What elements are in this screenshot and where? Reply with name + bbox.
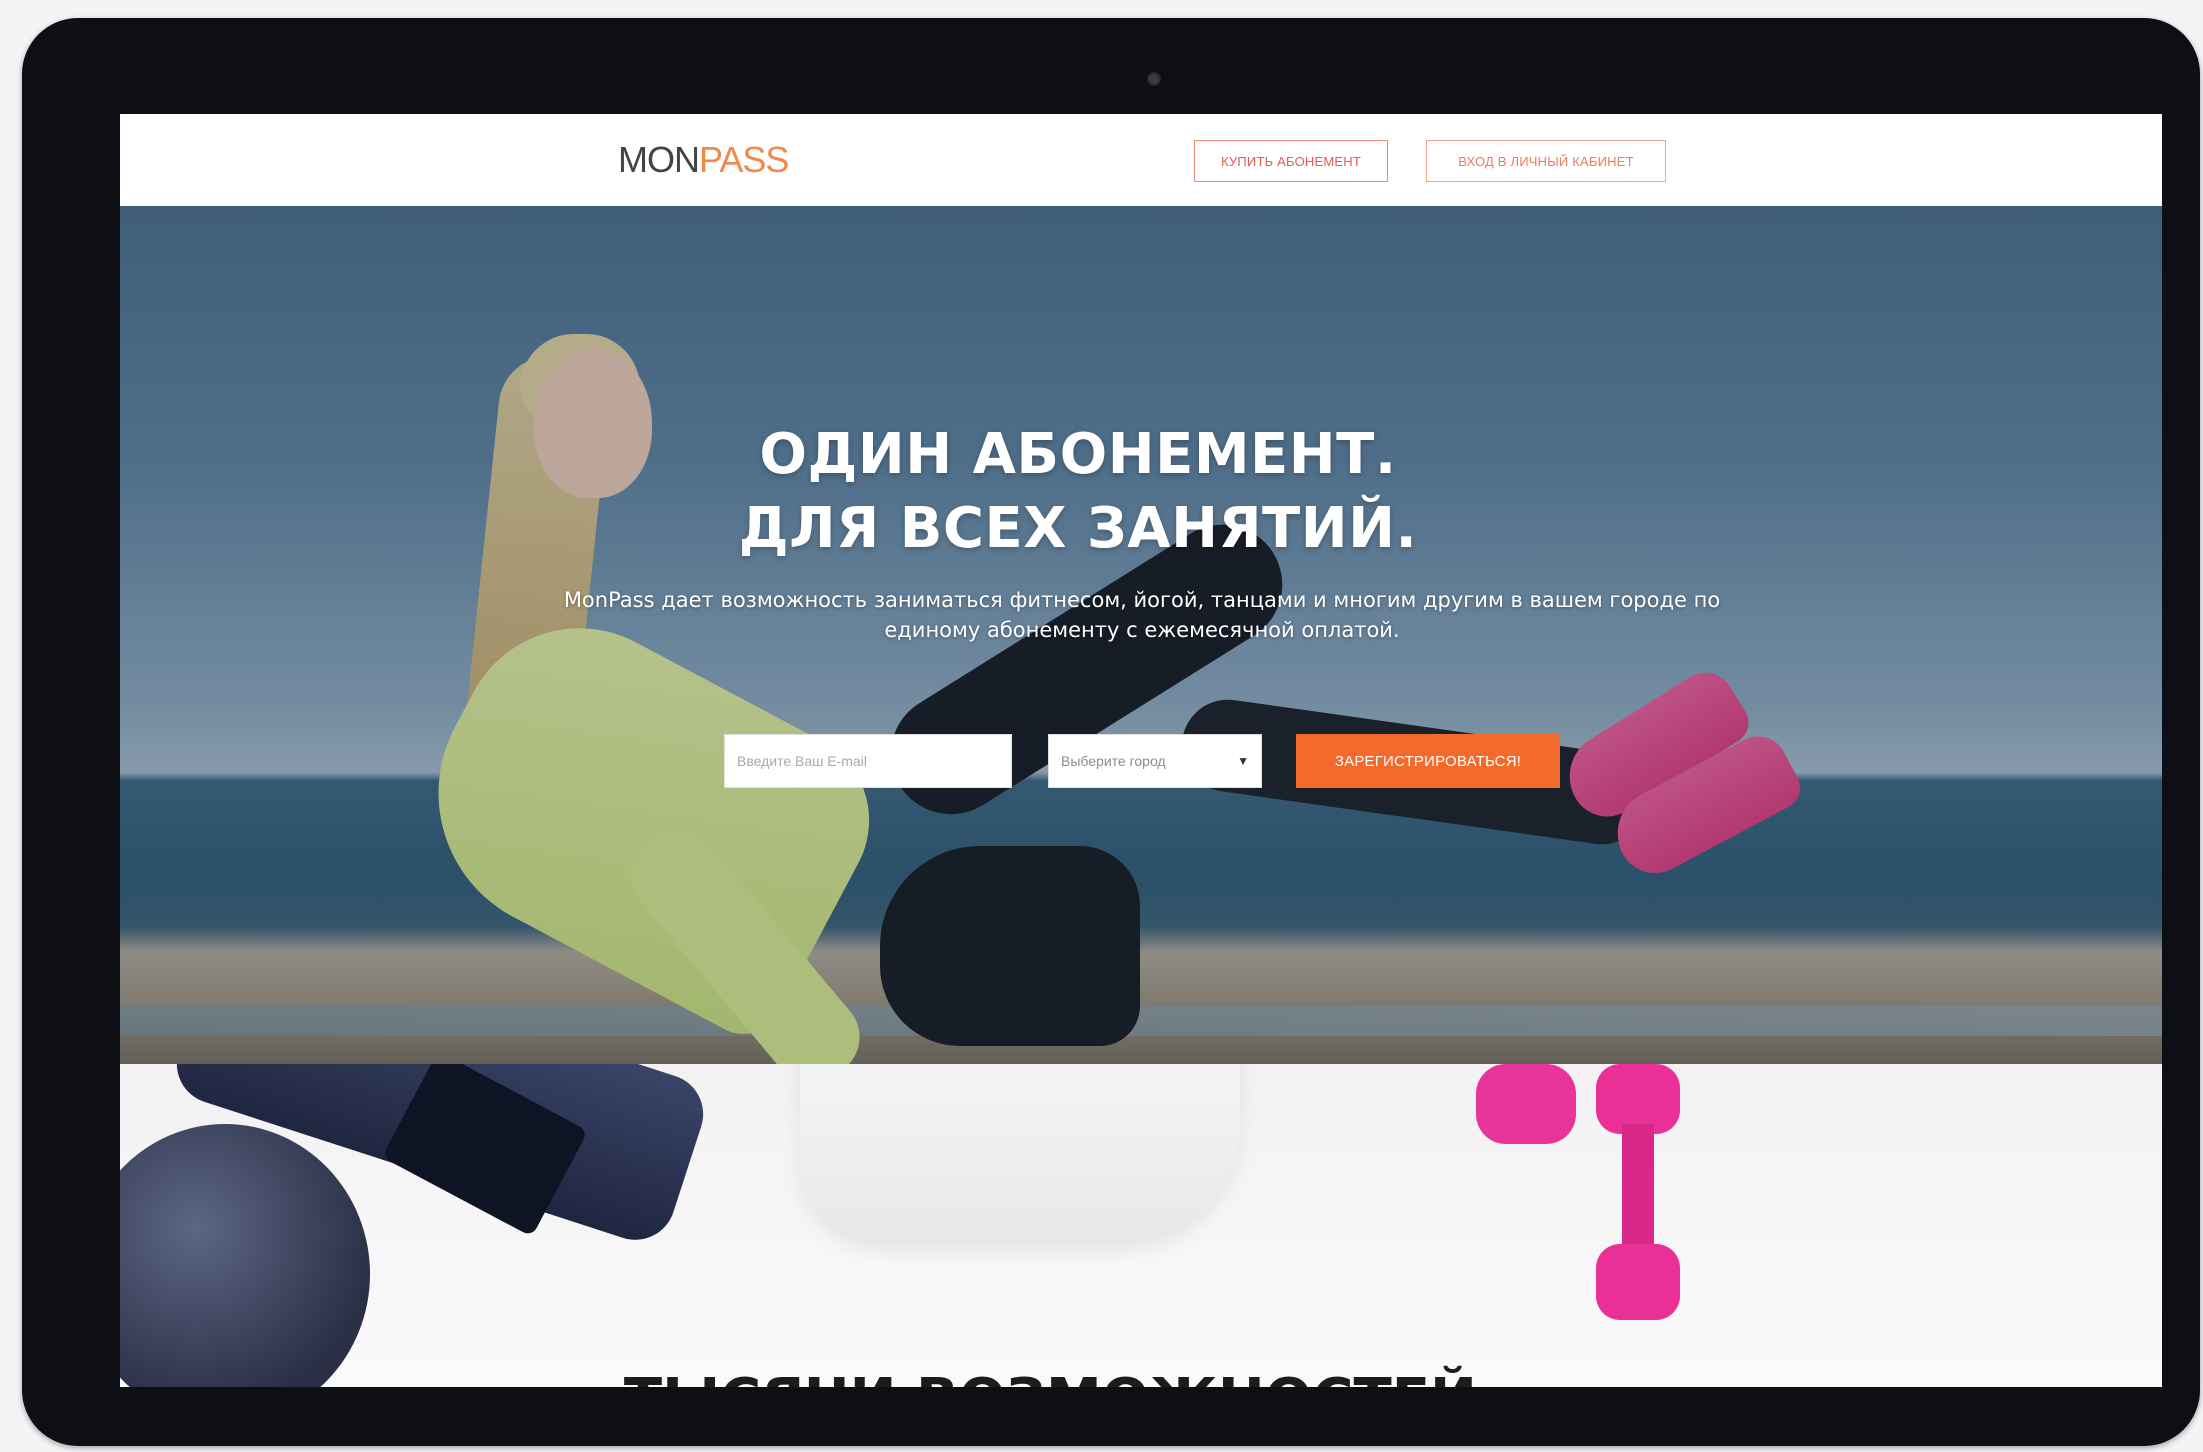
hero-content: ОДИН АБОНЕМЕНТ. ДЛЯ ВСЕХ ЗАНЯТИЙ. MonPas… (120, 206, 2162, 1064)
dumbbell-bar (1622, 1124, 1654, 1264)
email-input[interactable] (724, 734, 1012, 788)
city-select[interactable]: Выберите город ▼ (1048, 734, 1262, 788)
hero-title-line-1: ОДИН АБОНЕМЕНТ. (759, 421, 1397, 487)
city-select-value: Выберите город (1061, 753, 1166, 769)
dumbbell-image-2 (1596, 1064, 1680, 1324)
dumbbell-cap-bottom (1596, 1244, 1680, 1320)
browser-screen: MONPASS купить абонемент вход в личный к… (120, 114, 2162, 1387)
features-section: ТЫСЯЧИ ВОЗМОЖНОСТЕЙ. (120, 1064, 2162, 1387)
register-button[interactable]: зарегистрироваться! (1296, 734, 1560, 788)
site-header: MONPASS купить абонемент вход в личный к… (120, 114, 2162, 206)
towel-image (800, 1064, 1240, 1244)
section-title: ТЫСЯЧИ ВОЗМОЖНОСТЕЙ. (120, 1372, 2082, 1387)
logo-mon-text: MON (618, 139, 700, 180)
device-frame: MONPASS купить абонемент вход в личный к… (22, 18, 2200, 1446)
camera-icon (1147, 72, 1161, 86)
site-logo[interactable]: MONPASS (618, 139, 789, 180)
chevron-down-icon: ▼ (1237, 754, 1249, 768)
hero-title-line-2: ДЛЯ ВСЕХ ЗАНЯТИЙ. (738, 495, 1418, 561)
hero-title: ОДИН АБОНЕМЕНТ. ДЛЯ ВСЕХ ЗАНЯТИЙ. (120, 418, 2036, 566)
logo-pass-text: PASS (699, 139, 789, 180)
buy-subscription-button[interactable]: купить абонемент (1194, 140, 1388, 182)
dumbbell-image (1476, 1064, 1576, 1144)
login-cabinet-button[interactable]: вход в личный кабинет (1426, 140, 1666, 182)
hero-subtitle: MonPass дает возможность заниматься фитн… (563, 588, 1721, 642)
hero-section: ОДИН АБОНЕМЕНТ. ДЛЯ ВСЕХ ЗАНЯТИЙ. MonPas… (120, 206, 2162, 1064)
boxing-glove-image-2 (120, 1124, 370, 1387)
